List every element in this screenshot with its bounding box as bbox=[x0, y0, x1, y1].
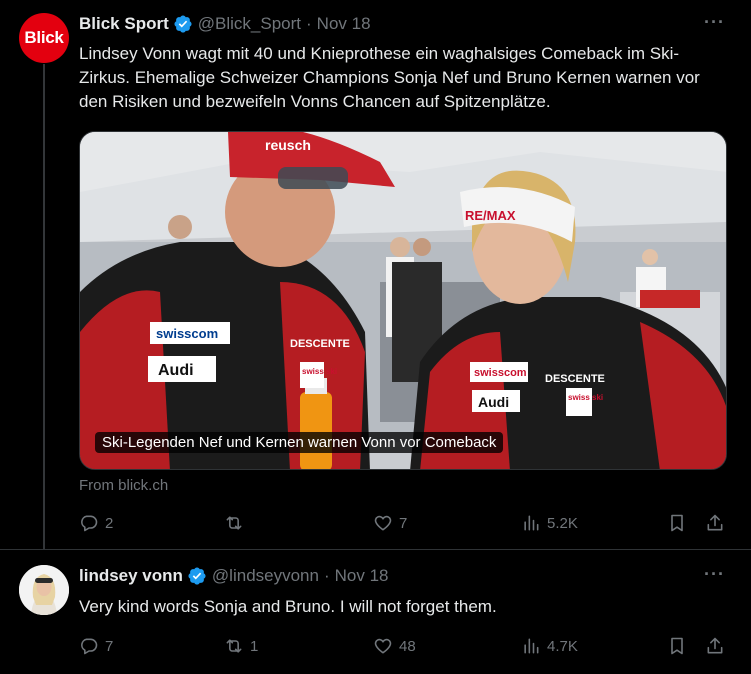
sponsor-text: Audi bbox=[478, 394, 509, 410]
action-bar: 7 1 48 4.7K bbox=[79, 636, 727, 658]
thread-connector-line bbox=[43, 64, 45, 550]
reply-count: 7 bbox=[105, 637, 114, 655]
tweet-text: Lindsey Vonn wagt mit 40 und Knieprothes… bbox=[79, 44, 700, 111]
sponsor-text: swiss ski bbox=[568, 393, 603, 402]
repost-icon bbox=[226, 516, 242, 530]
reply-icon bbox=[81, 638, 98, 655]
author-handle[interactable]: @lindseyvonn bbox=[212, 566, 319, 586]
sponsor-text: DESCENTE bbox=[290, 338, 350, 350]
avatar[interactable] bbox=[19, 565, 69, 615]
author-name[interactable]: Blick Sport bbox=[79, 14, 169, 34]
repost-icon bbox=[226, 639, 242, 653]
views-chart-icon bbox=[524, 515, 539, 531]
heart-icon bbox=[374, 638, 392, 654]
share-button[interactable] bbox=[705, 636, 725, 656]
reply-button[interactable]: 2 bbox=[79, 513, 113, 533]
card-photo: reusch swisscom Audi DESCENTE RE/MAX swi… bbox=[80, 132, 726, 469]
cap-brand-text: reusch bbox=[265, 137, 311, 153]
verified-badge-icon[interactable] bbox=[187, 566, 207, 586]
avatar[interactable]: Blick bbox=[19, 13, 69, 63]
more-horizontal-icon[interactable]: ··· bbox=[704, 12, 725, 33]
action-bar: 2 7 5.2K bbox=[79, 513, 727, 535]
repost-button[interactable]: 1 bbox=[224, 636, 258, 656]
tweet-date[interactable]: Nov 18 bbox=[335, 566, 389, 586]
sponsor-text: swisscom bbox=[156, 326, 218, 341]
like-button[interactable]: 48 bbox=[373, 636, 416, 656]
views-count: 5.2K bbox=[547, 514, 578, 532]
sponsor-text: swiss ski bbox=[302, 367, 337, 376]
views-button[interactable]: 5.2K bbox=[521, 513, 578, 533]
more-horizontal-icon[interactable]: ··· bbox=[704, 564, 725, 585]
tweet-text: Very kind words Sonja and Bruno. I will … bbox=[79, 597, 497, 616]
like-count: 48 bbox=[399, 637, 416, 655]
bookmark-icon bbox=[671, 637, 683, 655]
bookmark-button[interactable] bbox=[667, 513, 687, 533]
separator-dot: · bbox=[306, 14, 312, 33]
heart-icon bbox=[374, 515, 392, 531]
author-handle[interactable]: @Blick_Sport bbox=[198, 14, 301, 34]
bookmark-icon bbox=[671, 514, 683, 532]
tweet-header: Blick Sport @Blick_Sport · Nov 18 bbox=[79, 14, 371, 34]
repost-count: 1 bbox=[250, 637, 259, 655]
repost-button[interactable] bbox=[224, 513, 250, 533]
reply-button[interactable]: 7 bbox=[79, 636, 113, 656]
link-card[interactable]: reusch swisscom Audi DESCENTE RE/MAX swi… bbox=[79, 131, 727, 470]
verified-badge-icon[interactable] bbox=[173, 14, 193, 34]
tweet-header: lindsey vonn @lindseyvonn · Nov 18 bbox=[79, 566, 389, 586]
tweet-blick-sport[interactable]: Blick Blick Sport @Blick_Sport · Nov 18 … bbox=[0, 0, 751, 550]
sponsor-text: Audi bbox=[158, 362, 194, 379]
like-count: 7 bbox=[399, 514, 408, 532]
sponsor-text: swisscom bbox=[474, 367, 527, 379]
reply-count: 2 bbox=[105, 514, 114, 532]
avatar-photo bbox=[19, 565, 69, 615]
share-icon bbox=[707, 514, 723, 531]
tweet-lindsey-vonn[interactable]: lindsey vonn @lindseyvonn · Nov 18 ··· V… bbox=[0, 550, 751, 674]
share-button[interactable] bbox=[705, 513, 725, 533]
card-caption: Ski-Legenden Nef und Kernen warnen Vonn … bbox=[95, 432, 504, 453]
views-button[interactable]: 4.7K bbox=[521, 636, 578, 656]
sponsor-text: DESCENTE bbox=[545, 373, 605, 385]
tweet-date[interactable]: Nov 18 bbox=[317, 14, 371, 34]
share-icon bbox=[707, 637, 723, 654]
bookmark-button[interactable] bbox=[667, 636, 687, 656]
headband-text: RE/MAX bbox=[465, 208, 516, 223]
separator-dot: · bbox=[323, 566, 330, 585]
views-count: 4.7K bbox=[547, 637, 578, 655]
author-name[interactable]: lindsey vonn bbox=[79, 566, 183, 586]
avatar-logo-text: Blick bbox=[24, 28, 64, 47]
like-button[interactable]: 7 bbox=[373, 513, 407, 533]
card-source[interactable]: From blick.ch bbox=[79, 477, 168, 494]
reply-icon bbox=[81, 515, 98, 532]
views-chart-icon bbox=[524, 638, 539, 654]
